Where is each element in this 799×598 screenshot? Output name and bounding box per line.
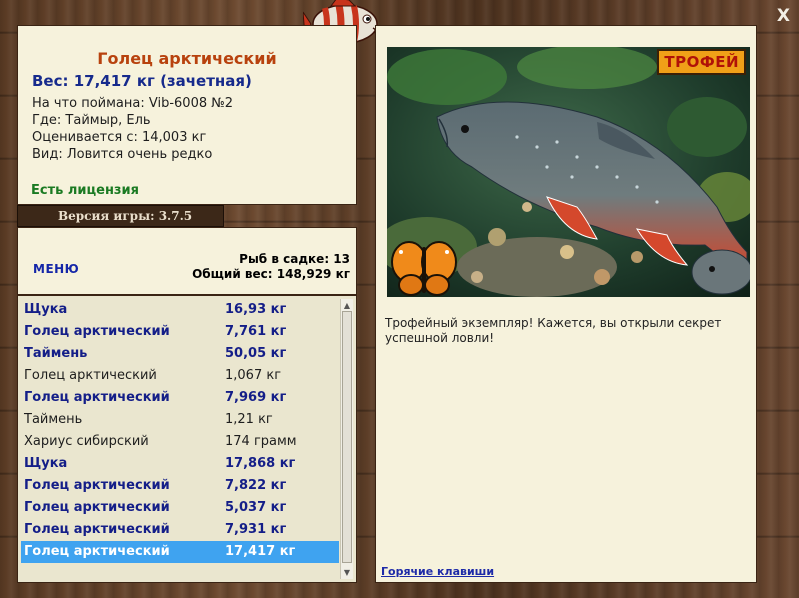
trophy-panel: ТРОФЕЙ Трофейный экземпляр! Кажется, вы … [375,25,757,583]
catch-list-item[interactable]: Щука 17,868 кг [21,453,339,475]
catch-fish-weight: 1,21 кг [225,412,273,427]
trophy-badge: ТРОФЕЙ [657,49,746,75]
catch-fish-name: Голец арктический [24,500,170,515]
catch-fish-weight: 17,417 кг [225,544,296,559]
fish-weight: Вес: 17,417 кг (зачетная) [32,72,252,90]
hotkeys-link[interactable]: Горячие клавиши [381,565,494,578]
catch-list-item[interactable]: Голец арктический 5,037 кг [21,497,339,519]
trophy-message: Трофейный экземпляр! Кажется, вы открыли… [385,316,722,345]
catch-fish-name: Голец арктический [24,390,170,405]
price-info: Оценивается с: 14,003 кг [32,130,207,145]
catch-fish-name: Таймень [24,412,83,427]
catch-fish-name: Щука [24,456,68,471]
catch-fish-name: Таймень [24,346,88,361]
catch-list-item[interactable]: Таймень 1,21 кг [21,409,339,431]
menu-button[interactable]: МЕНЮ [33,262,79,276]
catch-list-item[interactable]: Голец арктический 7,931 кг [21,519,339,541]
catch-fish-weight: 17,868 кг [225,456,296,471]
catch-fish-weight: 7,931 кг [225,522,287,537]
catch-fish-weight: 16,93 кг [225,302,287,317]
catch-fish-weight: 7,969 кг [225,390,287,405]
catch-list-item[interactable]: Голец арктический 17,417 кг [21,541,339,563]
total-weight: Общий вес: 148,929 кг [192,267,350,281]
catch-fish-name: Хариус сибирский [24,434,149,449]
catch-list-item[interactable]: Голец арктический 7,822 кг [21,475,339,497]
menu-panel: МЕНЮ Рыб в садке: 13 Общий вес: 148,929 … [17,227,357,295]
keepnet-count: Рыб в садке: 13 [239,252,350,266]
catch-list-item[interactable]: Голец арктический 1,067 кг [21,365,339,387]
close-icon[interactable]: X [777,6,790,26]
bait-info: На что поймана: Vib-6008 №2 [32,96,234,111]
rarity-info: Вид: Ловится очень редко [32,147,213,162]
fish-info-card: Голец арктический Вес: 17,417 кг (зачетн… [17,25,357,205]
butterfly-icon [391,241,457,296]
scroll-thumb[interactable] [342,311,352,563]
fish-photo: ТРОФЕЙ [387,47,750,297]
scrollbar[interactable]: ▲ ▼ [340,299,353,579]
catch-list[interactable]: Щука 16,93 кг Голец арктический 7,761 кг Тай… [21,299,339,563]
location-info: Где: Таймыр, Ель [32,113,151,128]
catch-fish-weight: 5,037 кг [225,500,287,515]
catch-fish-name: Щука [24,302,68,317]
catch-fish-name: Голец арктический [24,478,170,493]
game-version: Версия игры: 3.7.5 [17,205,224,227]
fish-title: Голец арктический [97,49,277,68]
license-status: Есть лицензия [31,183,139,198]
catch-list-panel: Щука 16,93 кг Голец арктический 7,761 кг Тай… [17,295,357,583]
catch-fish-weight: 1,067 кг [225,368,282,383]
scroll-down-arrow-icon[interactable]: ▼ [341,566,353,579]
catch-list-item[interactable]: Хариус сибирский 174 грамм [21,431,339,453]
catch-list-item[interactable]: Таймень 50,05 кг [21,343,339,365]
catch-fish-weight: 7,761 кг [225,324,287,339]
catch-list-item[interactable]: Щука 16,93 кг [21,299,339,321]
catch-fish-name: Голец арктический [24,522,170,537]
catch-fish-name: Голец арктический [24,544,170,559]
catch-fish-name: Голец арктический [24,368,157,383]
catch-list-item[interactable]: Голец арктический 7,969 кг [21,387,339,409]
catch-fish-name: Голец арктический [24,324,170,339]
catch-list-item[interactable]: Голец арктический 7,761 кг [21,321,339,343]
catch-fish-weight: 7,822 кг [225,478,287,493]
catch-fish-weight: 50,05 кг [225,346,287,361]
catch-fish-weight: 174 грамм [225,434,297,449]
